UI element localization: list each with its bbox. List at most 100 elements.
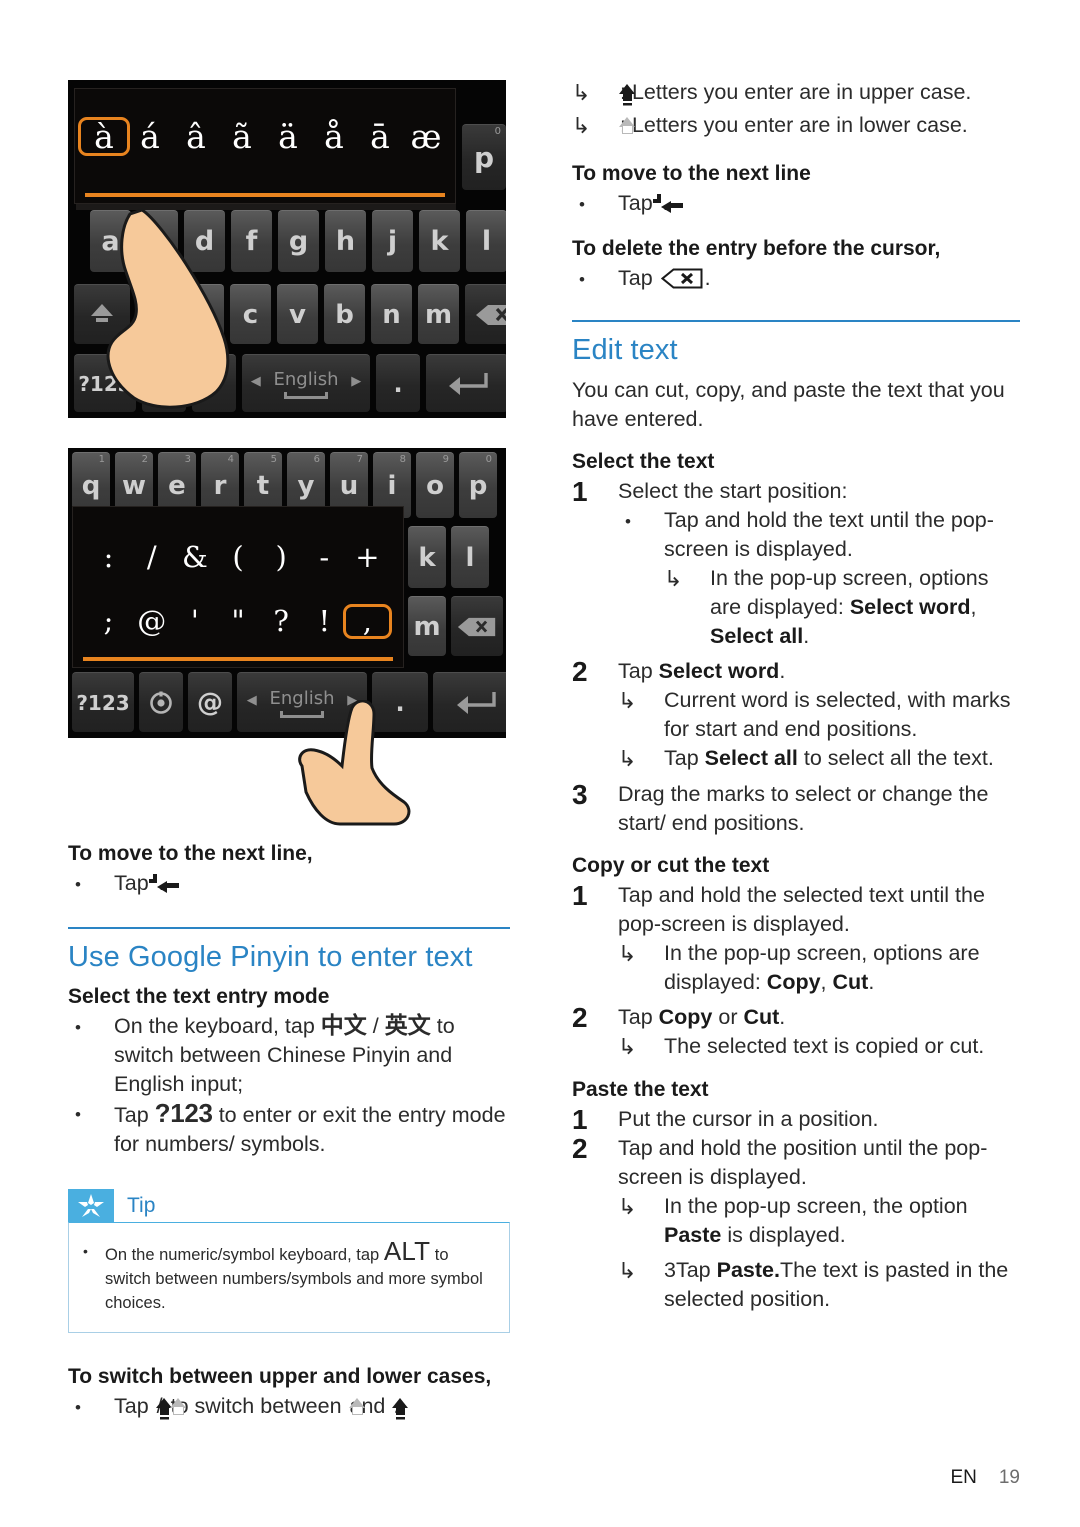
slash: / <box>372 1014 379 1038</box>
symbol-option[interactable]: + <box>346 542 389 572</box>
step-number: 2 <box>572 1002 588 1033</box>
symbol-popup-row-2: ; @ ' " ? ! , <box>73 595 403 647</box>
accent-option[interactable]: â <box>173 120 219 153</box>
entry-mode-heading: Select the text entry mode <box>68 985 330 1008</box>
option-select-word: Select word <box>658 659 780 683</box>
symbol-option[interactable]: & <box>173 542 216 572</box>
key-c[interactable]: c <box>230 284 271 344</box>
symbol-option[interactable]: " <box>216 606 259 636</box>
symbol-option[interactable]: - <box>303 542 346 572</box>
key-k[interactable]: k <box>419 210 460 272</box>
step-text: Drag the marks to select or change the s… <box>618 782 989 835</box>
backspace-icon <box>475 304 506 325</box>
symbol-option[interactable]: ' <box>173 606 216 636</box>
key-j[interactable]: j <box>372 210 413 272</box>
tip-bullet: On the numeric/symbol keyboard, tap ALT … <box>83 1238 495 1315</box>
or-label: or <box>712 1005 744 1029</box>
accent-option[interactable]: å <box>311 120 357 153</box>
figure-keyboard-accent-popup: 0 p à á â ã ä å ā æ a s d f g <box>68 80 506 418</box>
symbol-option[interactable]: ? <box>260 606 303 636</box>
key-v[interactable]: v <box>277 284 318 344</box>
accent-option[interactable]: ā <box>357 120 403 153</box>
key-at[interactable]: @ <box>188 672 232 732</box>
bullet-dot <box>68 1099 114 1129</box>
symbol-option[interactable]: ; <box>87 606 130 636</box>
left-column: To move to the next line, Tap . Use Goog… <box>68 840 510 1425</box>
key-b[interactable]: b <box>324 284 365 344</box>
section-divider <box>68 927 510 929</box>
key-f[interactable]: f <box>231 210 272 272</box>
key-space[interactable]: ◀ English ▶ <box>242 354 370 412</box>
key-backspace[interactable] <box>465 284 506 344</box>
entry-mode-text-a: On the keyboard, tap <box>114 1014 315 1038</box>
section-title-edit-text: Edit text <box>572 334 678 366</box>
bullet-dot <box>572 264 618 294</box>
tap-label: Tap <box>114 1394 149 1418</box>
period: . <box>803 624 810 648</box>
key-backspace[interactable] <box>451 596 503 656</box>
symbol-option[interactable]: @ <box>130 606 173 636</box>
enter-icon <box>457 691 496 714</box>
symbol-option[interactable]: ) <box>260 542 303 572</box>
key-o[interactable]: 9 o <box>416 452 454 518</box>
key-symbols[interactable]: ?123 <box>72 672 134 732</box>
delete-entry-heading: To delete the entry before the cursor, <box>572 237 941 260</box>
step-item: 1 Tap and hold the selected text until t… <box>572 881 1020 939</box>
key-u-superscript: 7 <box>356 454 363 465</box>
arrow-note: The selected text is copied or cut. <box>618 1032 1020 1062</box>
tip-text-a: On the numeric/symbol keyboard, tap <box>105 1246 380 1264</box>
symbol-option[interactable]: : <box>87 542 130 572</box>
key-n[interactable]: n <box>371 284 412 344</box>
key-p[interactable]: 0 p <box>459 452 497 518</box>
accent-option[interactable]: æ <box>403 120 449 153</box>
space-next-lang-arrow[interactable]: ▶ <box>351 374 361 389</box>
key-m[interactable]: m <box>418 284 459 344</box>
arrow-note-pre: 3Tap <box>664 1258 717 1282</box>
symbol-option-selected[interactable]: , <box>342 603 392 639</box>
key-period[interactable]: . <box>376 354 420 412</box>
backspace-icon <box>660 268 703 289</box>
key-l[interactable]: l <box>451 526 489 588</box>
accent-option[interactable]: á <box>127 120 173 153</box>
option-cut: Cut <box>743 1005 780 1029</box>
symbol-option[interactable]: ( <box>216 542 259 572</box>
period: . <box>779 1005 786 1029</box>
tap-label: Tap <box>114 1103 149 1127</box>
accent-option[interactable]: à <box>78 116 130 156</box>
period: . <box>779 659 786 683</box>
key-g[interactable]: g <box>278 210 319 272</box>
entry-mode-bullet-2: Tap ?123 to enter or exit the entry mode… <box>68 1099 510 1159</box>
key-k[interactable]: k <box>408 526 446 588</box>
accent-option[interactable]: ä <box>265 120 311 153</box>
next-line-bullet: Tap . <box>68 869 510 901</box>
backspace-icon <box>457 617 496 636</box>
bullet-dot <box>68 1012 114 1042</box>
step-number: 1 <box>572 476 588 507</box>
popup-orange-strip <box>85 193 445 197</box>
tap-label: Tap <box>618 1005 659 1029</box>
space-lang-label: English <box>273 368 339 390</box>
option-paste: Paste. <box>716 1258 780 1282</box>
manual-page: 0 p à á â ã ä å ā æ a s d f g <box>0 0 1080 1527</box>
key-h[interactable]: h <box>325 210 366 272</box>
key-enter[interactable] <box>433 672 506 732</box>
next-line-heading: To move to the next line <box>572 162 811 185</box>
accent-option[interactable]: ã <box>219 120 265 153</box>
key-m[interactable]: m <box>408 596 446 656</box>
arrow-marker <box>618 939 664 969</box>
arrow-marker <box>618 1192 664 1222</box>
arrow-note: Tap Select all to select all the text. <box>618 744 1020 774</box>
symbol-option[interactable]: / <box>130 542 173 572</box>
arrow-marker <box>572 78 618 108</box>
space-prev-lang-arrow[interactable]: ◀ <box>251 374 261 389</box>
key-enter[interactable] <box>426 354 506 412</box>
english-mode-token: 英文 <box>384 1013 431 1039</box>
key-l[interactable]: l <box>466 210 506 272</box>
space-prev-lang-arrow[interactable]: ◀ <box>247 693 257 708</box>
sparkle-icon <box>78 1194 104 1217</box>
option-copy: Copy <box>658 1005 713 1029</box>
symbol-option[interactable]: ! <box>303 606 346 636</box>
key-settings[interactable] <box>139 672 183 732</box>
page-footer: EN 19 <box>950 1467 1020 1489</box>
bullet-dot <box>68 1392 114 1422</box>
